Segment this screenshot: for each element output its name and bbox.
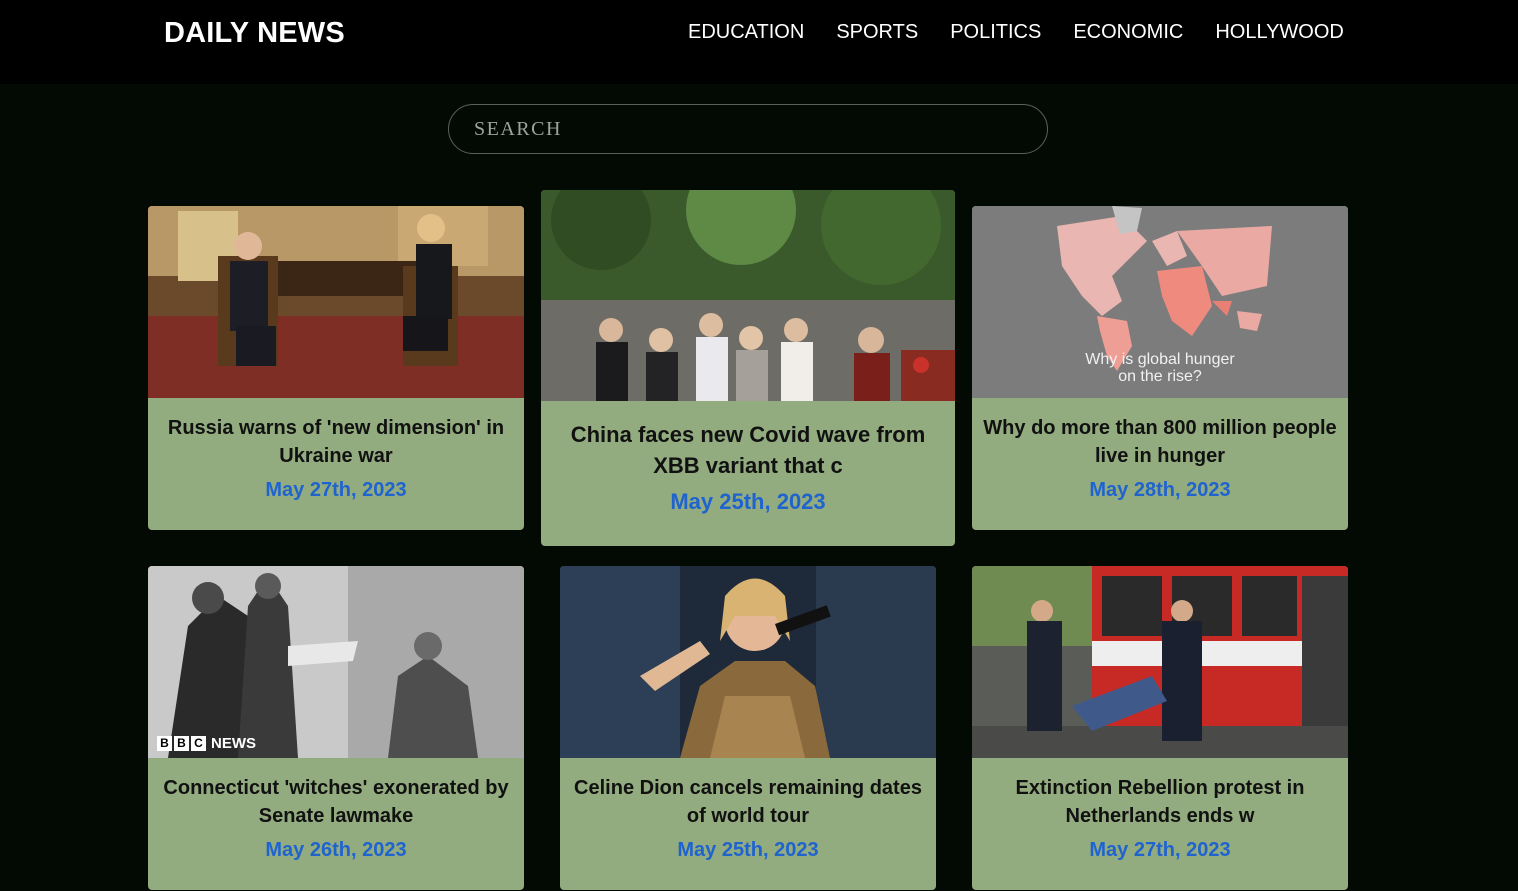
bbc-letter: B [174,736,189,751]
nav-politics[interactable]: POLITICS [950,21,1041,44]
nav-economic[interactable]: ECONOMIC [1073,21,1183,44]
article-title: Connecticut 'witches' exonerated by Sena… [163,777,509,827]
article-image: B B C NEWS [148,566,524,758]
article-card[interactable]: Celine Dion cancels remaining dates of w… [560,566,936,890]
article-image [560,566,936,758]
article-card[interactable]: China faces new Covid wave from XBB vari… [541,190,955,546]
article-date: May 25th, 2023 [670,489,826,514]
nav-hollywood[interactable]: HOLLYWOOD [1215,21,1344,44]
bbc-badge-text: NEWS [211,735,256,752]
article-date: May 27th, 2023 [265,479,407,501]
article-image [972,566,1348,758]
article-card[interactable]: Russia warns of 'new dimension' in Ukrai… [148,206,524,530]
article-card[interactable]: Extinction Rebellion protest in Netherla… [972,566,1348,890]
top-navbar: DAILY NEWS EDUCATION SPORTS POLITICS ECO… [0,0,1518,84]
nav-education[interactable]: EDUCATION [688,21,804,44]
article-image [541,190,955,401]
bbc-news-badge: B B C NEWS [157,735,256,752]
article-image: Why is global hunger on the rise? [972,206,1348,398]
article-title: Why do more than 800 million people live… [983,417,1337,467]
article-title: Extinction Rebellion protest in Netherla… [1015,777,1305,827]
image-caption-line: on the rise? [1118,368,1202,385]
article-date: May 27th, 2023 [1089,839,1231,861]
main-nav: EDUCATION SPORTS POLITICS ECONOMIC HOLLY… [688,21,1344,44]
search-input[interactable] [472,105,1022,153]
article-card[interactable]: Why is global hunger on the rise? Why do… [972,206,1348,530]
article-image [148,206,524,398]
article-date: May 25th, 2023 [677,839,819,861]
nav-sports[interactable]: SPORTS [836,21,918,44]
image-caption: Why is global hunger on the rise? [972,351,1348,385]
bbc-letter: B [157,736,172,751]
article-title: Celine Dion cancels remaining dates of w… [574,777,922,827]
search-box [448,104,1048,154]
article-date: May 28th, 2023 [1089,479,1231,501]
article-title: China faces new Covid wave from XBB vari… [570,422,926,478]
image-caption-line: Why is global hunger [1085,351,1235,368]
site-logo[interactable]: DAILY NEWS [164,17,345,50]
article-title: Russia warns of 'new dimension' in Ukrai… [167,417,505,467]
article-date: May 26th, 2023 [265,839,407,861]
bbc-letter: C [191,736,206,751]
article-card[interactable]: B B C NEWS Connecticut 'witches' exonera… [148,566,524,890]
